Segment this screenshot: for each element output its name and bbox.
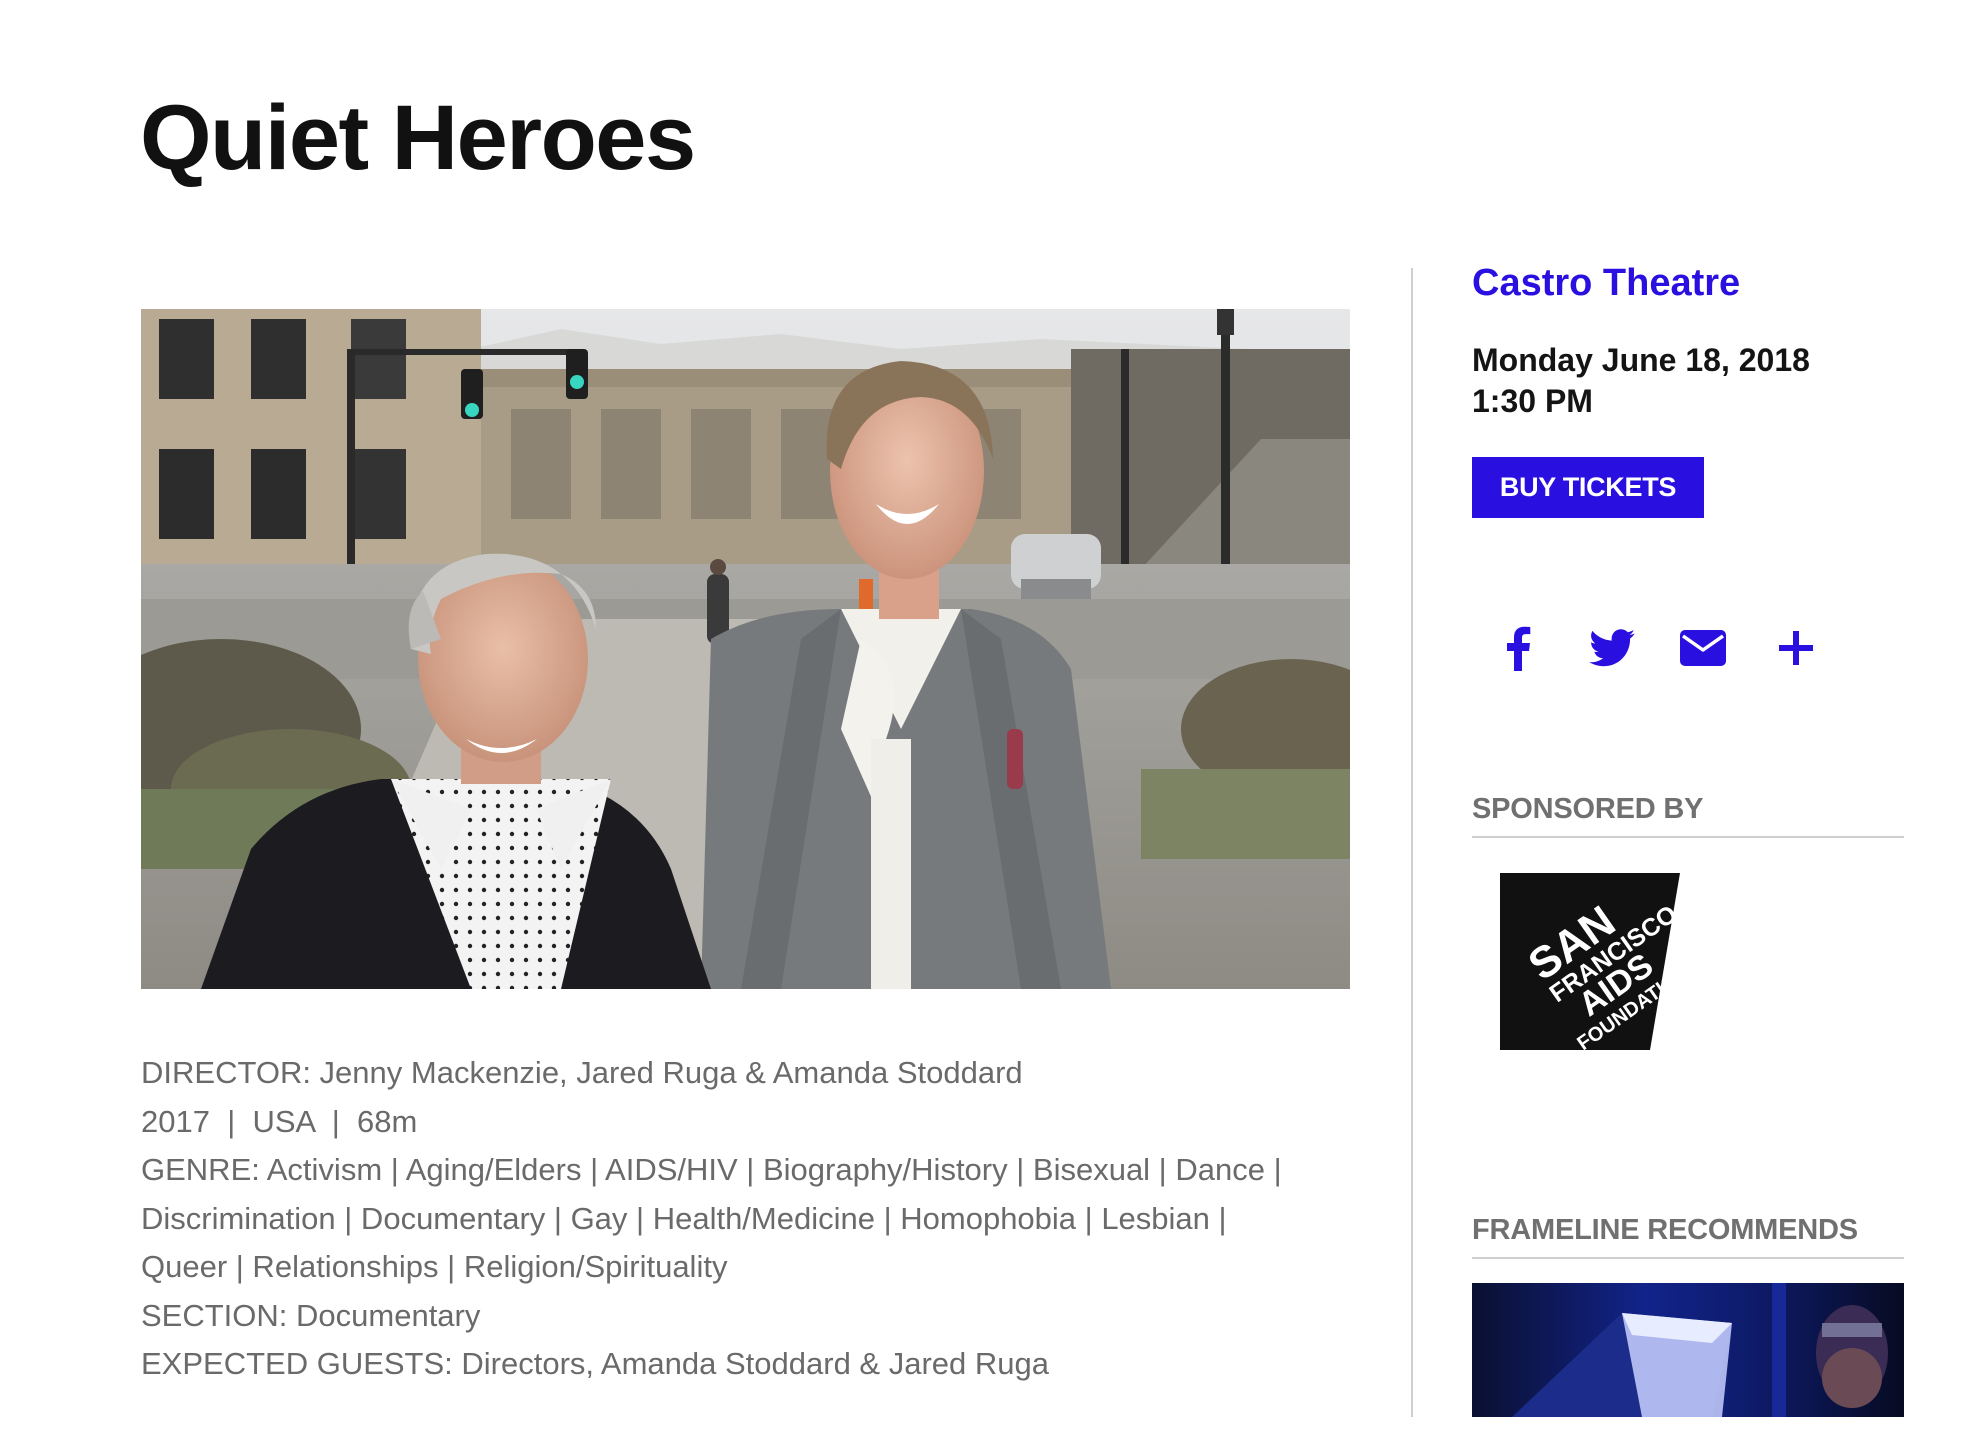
- director-line: DIRECTOR: Jenny Mackenzie, Jared Ruga & …: [141, 1055, 1023, 1090]
- facebook-icon[interactable]: [1490, 620, 1546, 676]
- recommended-film-thumbnail[interactable]: [1472, 1283, 1904, 1417]
- genre-line: Queer | Relationships | Religion/Spiritu…: [141, 1249, 728, 1284]
- section-line: SECTION: Documentary: [141, 1297, 481, 1333]
- frameline-recommends-heading: FRAMELINE RECOMMENDS: [1472, 1214, 1904, 1259]
- sponsored-by-heading: SPONSORED BY: [1472, 793, 1904, 838]
- san-francisco-aids-foundation-logo[interactable]: SAN FRANCISCO AIDS FOUNDATION: [1500, 873, 1694, 1055]
- email-icon[interactable]: [1675, 620, 1731, 676]
- screening-date: Monday June 18, 2018: [1472, 342, 1810, 378]
- plus-icon[interactable]: [1768, 620, 1824, 676]
- buy-tickets-button[interactable]: BUY TICKETS: [1472, 457, 1704, 518]
- film-facts-line: 2017 | USA | 68m: [141, 1103, 418, 1139]
- venue-link[interactable]: Castro Theatre: [1472, 262, 1740, 305]
- page-title: Quiet Heroes: [140, 87, 696, 189]
- column-divider: [1411, 268, 1413, 1417]
- screening-time: 1:30 PM: [1472, 383, 1593, 419]
- showtime: Monday June 18, 2018 1:30 PM: [1472, 340, 1810, 422]
- genre-line: Discrimination | Documentary | Gay | Hea…: [141, 1200, 1227, 1236]
- genre-line: GENRE: Activism | Aging/Elders | AIDS/HI…: [141, 1152, 1282, 1187]
- film-still-image: [141, 309, 1350, 989]
- film-details: DIRECTOR: Jenny Mackenzie, Jared Ruga & …: [141, 1049, 1361, 1389]
- expected-guests-line: EXPECTED GUESTS: Directors, Amanda Stodd…: [141, 1346, 1049, 1381]
- twitter-icon[interactable]: [1584, 620, 1640, 676]
